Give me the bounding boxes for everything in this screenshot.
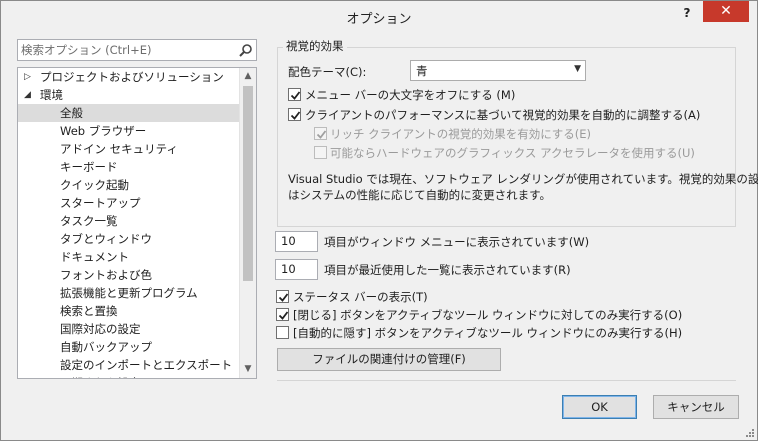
tree-item-label: 同期された設定 bbox=[60, 374, 141, 378]
scroll-thumb[interactable] bbox=[243, 86, 253, 281]
tree-items: ▷ プロジェクトおよびソリューション ◢ 環境全般 Web ブラウザーアドイン セキュリ… bbox=[18, 68, 240, 378]
tree-item-label: スタートアップ bbox=[60, 196, 141, 210]
check-icon bbox=[278, 311, 289, 320]
rich-client-checkbox[interactable] bbox=[314, 127, 327, 140]
tree-item-label: アドイン セキュリティ bbox=[60, 142, 178, 156]
search-icon[interactable] bbox=[238, 43, 253, 58]
chevron-down-icon: ▼ bbox=[574, 64, 581, 74]
info-text-line2: はシステムの性能に応じて自動的に変更されます。 bbox=[288, 188, 552, 202]
ok-button[interactable]: OK bbox=[562, 395, 637, 419]
window-menu-count-input[interactable]: 10 bbox=[275, 231, 318, 252]
tree-item[interactable]: クイック起動 bbox=[18, 176, 240, 194]
theme-value: 青 bbox=[416, 64, 428, 78]
check-icon bbox=[290, 91, 301, 100]
tree-item-label: クイック起動 bbox=[60, 178, 129, 192]
tree-item[interactable]: タブとウィンドウ bbox=[18, 230, 240, 248]
tree-item[interactable]: 同期された設定 bbox=[18, 374, 240, 378]
tree-item[interactable]: フォントおよび色 bbox=[18, 266, 240, 284]
tree-item-label: キーボード bbox=[60, 160, 118, 174]
tree-item-label: 拡張機能と更新プログラム bbox=[60, 286, 198, 300]
info-text-line1: Visual Studio では現在、ソフトウェア レンダリングが使用されていま… bbox=[288, 172, 758, 186]
check-icon bbox=[290, 111, 301, 120]
options-tree[interactable]: ▷ プロジェクトおよびソリューション ◢ 環境全般 Web ブラウザーアドイン セキュリ… bbox=[17, 67, 257, 379]
resize-grip-icon[interactable] bbox=[744, 427, 754, 437]
status-bar-checkbox[interactable] bbox=[276, 290, 289, 303]
options-dialog: オプション ? ✕ ▷ プロジェクトおよびソリューション ◢ 環境全般 Web ブラウザ… bbox=[0, 0, 758, 441]
tree-item[interactable]: 検索と置換 bbox=[18, 302, 240, 320]
recent-list-label: 項目が最近使用した一覧に表示されています(R) bbox=[324, 263, 571, 277]
tree-item-label: フォントおよび色 bbox=[60, 268, 152, 282]
recent-list-count-input[interactable]: 10 bbox=[275, 259, 318, 280]
check-icon bbox=[316, 130, 327, 139]
title-bar: オプション ? ✕ bbox=[1, 1, 757, 31]
tree-item-label: ドキュメント bbox=[60, 250, 129, 264]
separator bbox=[277, 380, 736, 381]
rich-client-label: リッチ クライアントの視覚的効果を有効にする(E) bbox=[330, 127, 592, 141]
collapse-arrow-icon[interactable]: ◢ bbox=[24, 86, 31, 104]
window-menu-label: 項目がウィンドウ メニューに表示されています(W) bbox=[324, 235, 590, 249]
status-bar-label[interactable]: ステータス バーの表示(T) bbox=[293, 289, 428, 305]
tree-item[interactable]: ◢ 環境 bbox=[18, 86, 240, 104]
uppercase-menu-label[interactable]: メニュー バーの大文字をオフにする (M) bbox=[305, 87, 515, 103]
tree-item-label: 環境 bbox=[40, 88, 63, 102]
tree-item[interactable]: 全般 bbox=[18, 104, 240, 122]
close-active-label[interactable]: [閉じる] ボタンをアクティブなツール ウィンドウに対してのみ実行する(O) bbox=[293, 307, 682, 323]
scroll-down-icon[interactable]: ▼ bbox=[240, 361, 256, 378]
hardware-accel-label: 可能ならハードウェアのグラフィックス アクセラレータを使用する(U) bbox=[330, 146, 695, 160]
help-button[interactable]: ? bbox=[677, 4, 697, 22]
tree-item[interactable]: ▷ プロジェクトおよびソリューション bbox=[18, 68, 240, 86]
close-active-checkbox[interactable] bbox=[276, 308, 289, 321]
tree-item-label: タブとウィンドウ bbox=[60, 232, 152, 246]
scroll-up-icon[interactable]: ▲ bbox=[240, 68, 256, 85]
window-menu-count: 10 bbox=[281, 234, 296, 248]
uppercase-menu-checkbox[interactable] bbox=[288, 88, 301, 101]
tree-item-label: 検索と置換 bbox=[60, 304, 118, 318]
recent-list-count: 10 bbox=[281, 262, 296, 276]
window-title: オプション bbox=[346, 12, 412, 27]
visual-effects-title: 視覚的効果 bbox=[283, 38, 347, 54]
theme-select[interactable]: 青 ▼ bbox=[410, 60, 586, 81]
tree-item[interactable]: 国際対応の設定 bbox=[18, 320, 240, 338]
cancel-button[interactable]: キャンセル bbox=[653, 395, 739, 419]
tree-item-label: Web ブラウザー bbox=[60, 124, 147, 138]
tree-item[interactable]: 拡張機能と更新プログラム bbox=[18, 284, 240, 302]
tree-item[interactable]: タスク一覧 bbox=[18, 212, 240, 230]
autohide-active-label[interactable]: [自動的に隠す] ボタンをアクティブなツール ウィンドウにのみ実行する(H) bbox=[293, 325, 682, 341]
options-search-box[interactable] bbox=[17, 39, 257, 61]
tree-item[interactable]: キーボード bbox=[18, 158, 240, 176]
auto-adjust-label[interactable]: クライアントのパフォーマンスに基づいて視覚的効果を自動的に調整する(A) bbox=[305, 107, 700, 123]
hardware-accel-checkbox[interactable] bbox=[314, 146, 327, 159]
autohide-active-checkbox[interactable] bbox=[276, 326, 289, 339]
expand-arrow-icon[interactable]: ▷ bbox=[24, 68, 31, 86]
tree-item[interactable]: アドイン セキュリティ bbox=[18, 140, 240, 158]
tree-item-label: 設定のインポートとエクスポート bbox=[60, 358, 233, 372]
search-input[interactable] bbox=[21, 42, 231, 58]
check-icon bbox=[278, 293, 289, 302]
tree-item-label: 自動バックアップ bbox=[60, 340, 152, 354]
tree-item[interactable]: Web ブラウザー bbox=[18, 122, 240, 140]
tree-item[interactable]: ドキュメント bbox=[18, 248, 240, 266]
tree-item-label: タスク一覧 bbox=[60, 214, 118, 228]
theme-label: 配色テーマ(C): bbox=[288, 65, 367, 79]
file-association-button[interactable]: ファイルの関連付けの管理(F) bbox=[277, 348, 501, 371]
tree-scrollbar[interactable]: ▲ ▼ bbox=[239, 68, 256, 378]
tree-item[interactable]: 自動バックアップ bbox=[18, 338, 240, 356]
tree-item-label: 全般 bbox=[60, 106, 83, 120]
tree-item-label: プロジェクトおよびソリューション bbox=[40, 70, 224, 84]
close-button[interactable]: ✕ bbox=[703, 1, 749, 22]
tree-item[interactable]: 設定のインポートとエクスポート bbox=[18, 356, 240, 374]
tree-item[interactable]: スタートアップ bbox=[18, 194, 240, 212]
auto-adjust-checkbox[interactable] bbox=[288, 108, 301, 121]
tree-item-label: 国際対応の設定 bbox=[60, 322, 141, 336]
